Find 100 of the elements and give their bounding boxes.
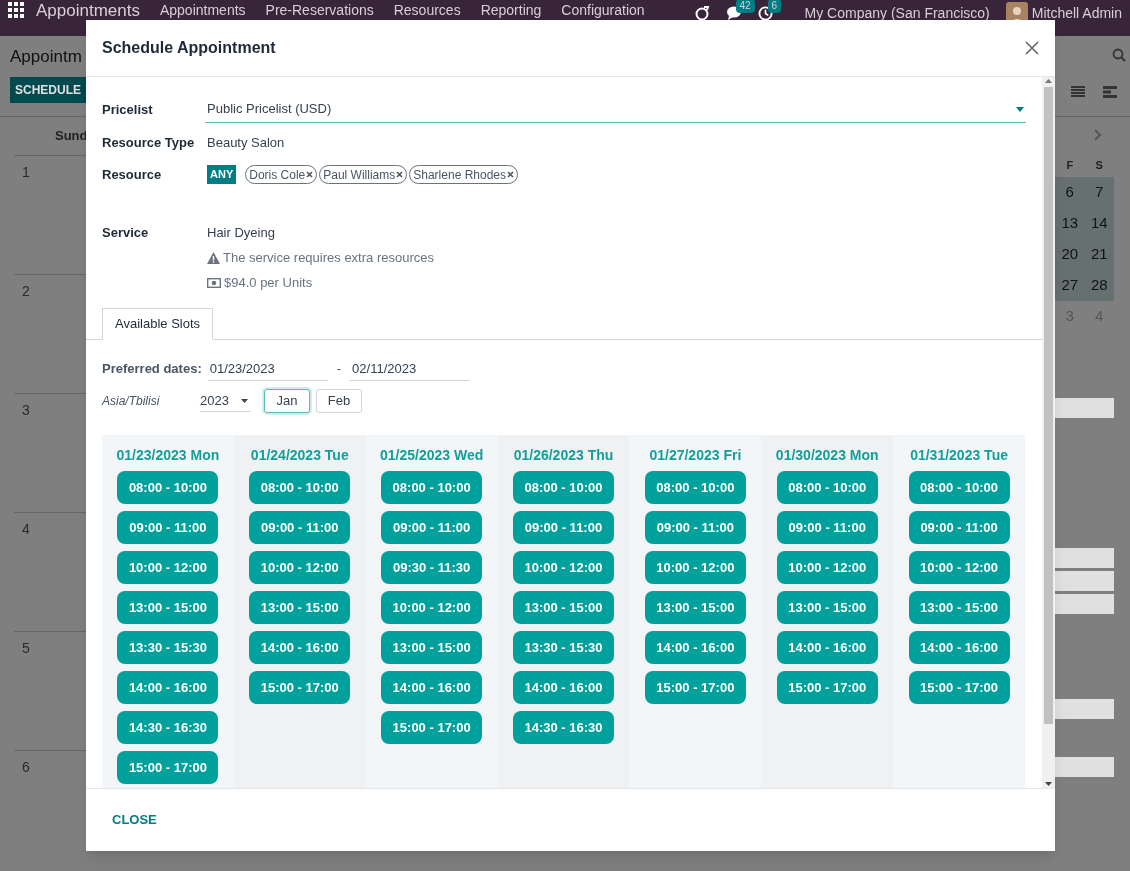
time-slot-button[interactable]: 13:00 - 15:00 xyxy=(513,591,614,624)
any-badge[interactable]: ANY xyxy=(207,165,237,184)
day-heading: 01/23/2023 Mon xyxy=(116,446,220,465)
close-icon[interactable] xyxy=(1025,41,1039,55)
field-label: Pricelist xyxy=(102,100,154,119)
time-slot-button[interactable]: 09:30 - 11:30 xyxy=(381,551,483,584)
time-slot-button[interactable]: 14:00 - 16:00 xyxy=(776,631,878,664)
user-name[interactable]: Mitchell Admin xyxy=(1031,4,1122,22)
time-slot-button[interactable]: 09:00 - 11:00 xyxy=(249,511,351,544)
time-slot-button[interactable]: 14:00 - 16:00 xyxy=(513,671,614,704)
week-number: 2 xyxy=(22,283,30,299)
calendar-day[interactable]: 7 xyxy=(1084,177,1114,208)
remove-icon[interactable] xyxy=(507,171,514,178)
time-slot-button[interactable]: 08:00 - 10:00 xyxy=(908,471,1010,504)
service-note: The service requires extra resources xyxy=(223,249,434,268)
calendar-day[interactable]: 6 xyxy=(1055,177,1085,208)
menu-item[interactable]: Appointments xyxy=(159,2,246,19)
time-slot-button[interactable]: 09:00 - 11:00 xyxy=(381,511,483,544)
debug-icon[interactable] xyxy=(693,5,710,21)
list-view-icon[interactable] xyxy=(1071,86,1085,98)
time-slot-button[interactable]: 08:00 - 10:00 xyxy=(381,471,483,504)
field-label: Preferred dates: xyxy=(102,360,202,379)
time-slot-button[interactable]: 13:00 - 15:00 xyxy=(381,631,483,664)
app-title[interactable]: Appointments xyxy=(36,2,140,19)
day-heading: 01/26/2023 Thu xyxy=(513,446,614,465)
calendar-day[interactable]: 13 xyxy=(1055,208,1085,239)
field-value: Beauty Salon xyxy=(206,133,285,152)
close-button[interactable]: CLOSE xyxy=(98,804,171,836)
calendar-day[interactable]: 20 xyxy=(1055,239,1085,270)
calendar-day[interactable]: 21 xyxy=(1084,239,1114,270)
time-slot-button[interactable]: 10:00 - 12:00 xyxy=(776,551,878,584)
time-slot-button[interactable]: 10:00 - 12:00 xyxy=(381,591,483,624)
time-slot-button[interactable]: 08:00 - 10:00 xyxy=(644,471,746,504)
time-slot-button[interactable]: 15:00 - 17:00 xyxy=(776,671,878,704)
time-slot-button[interactable]: 14:00 - 16:00 xyxy=(117,671,219,704)
time-slot-button[interactable]: 13:00 - 15:00 xyxy=(908,591,1010,624)
time-slot-button[interactable]: 13:30 - 15:30 xyxy=(513,631,614,664)
time-slot-button[interactable]: 08:00 - 10:00 xyxy=(776,471,878,504)
company-name[interactable]: My Company (San Francisco) xyxy=(804,4,990,22)
day-heading: 01/27/2023 Fri xyxy=(649,446,742,465)
slots-tab[interactable]: Available Slots xyxy=(102,308,214,340)
date-field[interactable]: 01/23/2023 xyxy=(207,357,328,381)
year-select[interactable]: 2023 xyxy=(200,390,250,412)
time-slot-button[interactable]: 13:30 - 15:30 xyxy=(117,631,219,664)
calendar-day[interactable]: 14 xyxy=(1084,208,1114,239)
menu-item[interactable]: Pre-Reservations xyxy=(265,2,374,19)
counter-badge: 6 xyxy=(767,0,782,13)
scroll-up-icon[interactable] xyxy=(1045,79,1052,83)
date-field[interactable]: 02/11/2023 xyxy=(350,357,471,381)
menu-item[interactable]: Reporting xyxy=(480,2,542,19)
field-label: Service xyxy=(102,224,150,242)
time-slot-button[interactable]: 15:00 - 17:00 xyxy=(644,671,746,704)
time-slot-button[interactable]: 15:00 - 17:00 xyxy=(249,671,351,704)
time-slot-button[interactable]: 13:00 - 15:00 xyxy=(249,591,351,624)
time-slot-button[interactable]: 14:00 - 16:00 xyxy=(381,671,483,704)
month-button[interactable]: Feb xyxy=(316,389,362,413)
time-slot-button[interactable]: 09:00 - 11:00 xyxy=(513,511,614,544)
clock-icon[interactable] xyxy=(757,5,773,21)
scrollbar[interactable] xyxy=(1042,77,1055,788)
time-slot-button[interactable]: 14:00 - 16:00 xyxy=(644,631,746,664)
time-slot-button[interactable]: 10:00 - 12:00 xyxy=(117,551,219,584)
time-slot-button[interactable]: 13:00 - 15:00 xyxy=(117,591,219,624)
scroll-down-icon[interactable] xyxy=(1045,782,1052,786)
time-slot-button[interactable]: 10:00 - 12:00 xyxy=(644,551,746,584)
menu-item[interactable]: Resources xyxy=(393,2,461,19)
menu-item[interactable]: Configuration xyxy=(561,2,645,19)
week-number: 4 xyxy=(22,521,30,537)
pricelist-select[interactable]: Public Pricelist (USD) xyxy=(205,96,1026,123)
time-slot-button[interactable]: 10:00 - 12:00 xyxy=(513,551,614,584)
time-slot-button[interactable]: 08:00 - 10:00 xyxy=(117,471,219,504)
time-slot-button[interactable]: 15:00 - 17:00 xyxy=(908,671,1010,704)
search-icon[interactable] xyxy=(1112,48,1126,62)
list-detail-view-icon[interactable] xyxy=(1103,86,1117,98)
time-slot-button[interactable]: 10:00 - 12:00 xyxy=(908,551,1010,584)
time-slot-button[interactable]: 09:00 - 11:00 xyxy=(776,511,878,544)
time-slot-button[interactable]: 14:30 - 16:30 xyxy=(117,711,219,744)
apps-menu-icon[interactable] xyxy=(8,2,24,18)
time-slot-button[interactable]: 14:00 - 16:00 xyxy=(249,631,351,664)
time-slot-button[interactable]: 09:00 - 11:00 xyxy=(908,511,1010,544)
time-slot-button[interactable]: 13:00 - 15:00 xyxy=(776,591,878,624)
calendar-day[interactable]: 28 xyxy=(1084,270,1114,301)
time-slot-button[interactable]: 14:30 - 16:30 xyxy=(513,711,614,744)
time-slot-button[interactable]: 15:00 - 17:00 xyxy=(117,751,219,784)
time-slot-button[interactable]: 09:00 - 11:00 xyxy=(644,511,746,544)
calendar-day[interactable]: 27 xyxy=(1055,270,1085,301)
day-heading: 01/31/2023 Tue xyxy=(910,446,1008,465)
time-slot-button[interactable]: 13:00 - 15:00 xyxy=(644,591,746,624)
time-slot-button[interactable]: 14:00 - 16:00 xyxy=(908,631,1010,664)
time-slot-button[interactable]: 08:00 - 10:00 xyxy=(249,471,351,504)
schedule-button[interactable]: SCHEDULE xyxy=(10,77,86,103)
weekday-label: S xyxy=(1094,158,1104,173)
page-title: Appointm xyxy=(10,46,82,68)
time-slot-button[interactable]: 09:00 - 11:00 xyxy=(117,511,219,544)
time-slot-button[interactable]: 15:00 - 17:00 xyxy=(381,711,483,744)
month-button[interactable]: Jan xyxy=(264,389,310,413)
time-slot-button[interactable]: 10:00 - 12:00 xyxy=(249,551,351,584)
remove-icon[interactable] xyxy=(306,171,314,178)
day-heading: 01/30/2023 Mon xyxy=(775,446,879,465)
remove-icon[interactable] xyxy=(396,171,404,178)
time-slot-button[interactable]: 08:00 - 10:00 xyxy=(513,471,614,504)
